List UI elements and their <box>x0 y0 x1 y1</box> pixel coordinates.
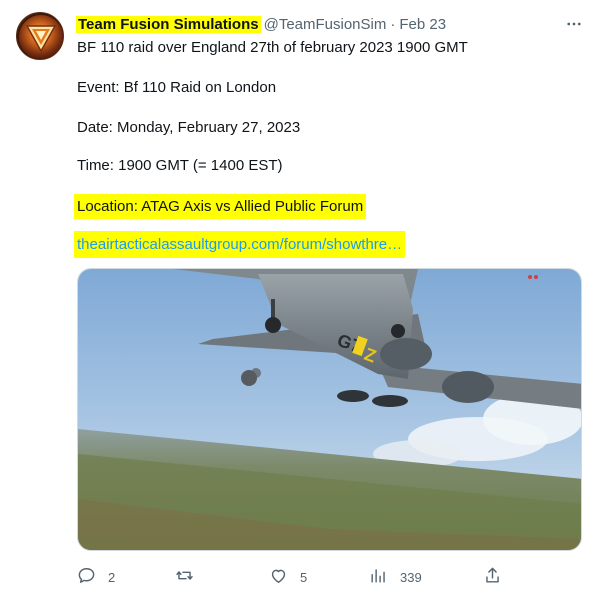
views-icon <box>369 566 388 588</box>
author-handle[interactable]: @TeamFusionSim <box>264 16 387 33</box>
reply-button[interactable]: 2 <box>77 562 115 592</box>
like-count: 5 <box>300 569 308 585</box>
reply-count: 2 <box>108 569 116 585</box>
like-button[interactable]: 5 <box>269 562 307 592</box>
bf110-screenshot-image[interactable]: G7 Z <box>77 268 582 551</box>
reply-icon <box>77 566 96 588</box>
forum-link[interactable]: theairtacticalassaultgroup.com/forum/sho… <box>74 231 406 258</box>
tweet-date[interactable]: Feb 23 <box>399 16 446 33</box>
tweet-link-row: theairtacticalassaultgroup.com/forum/sho… <box>74 231 406 258</box>
tweet-text-date: Date: Monday, February 27, 2023 <box>77 119 301 136</box>
retweet-button[interactable] <box>175 562 206 592</box>
tweet-text-event: Event: Bf 110 Raid on London <box>77 79 277 96</box>
retweet-icon <box>175 566 194 588</box>
author-name[interactable]: Team Fusion Simulations <box>76 15 261 33</box>
like-icon <box>269 566 288 588</box>
tweet-header: Team Fusion Simulations @TeamFusionSim ·… <box>76 14 446 34</box>
tweet[interactable]: Team Fusion Simulations @TeamFusionSim ·… <box>0 0 599 603</box>
separator-dot: · <box>390 15 396 33</box>
tweet-text-location: Location: ATAG Axis vs Allied Public For… <box>74 194 367 219</box>
share-button[interactable] <box>483 562 502 592</box>
tweet-text-title: BF 110 raid over England 27th of februar… <box>77 39 468 56</box>
views-button[interactable]: 339 <box>369 562 422 592</box>
share-icon <box>483 566 502 588</box>
more-icon[interactable] <box>560 10 588 38</box>
tweet-text-time: Time: 1900 GMT (= 1400 EST) <box>77 157 283 174</box>
avatar[interactable] <box>16 12 64 60</box>
tweet-actions: 2 5 339 <box>77 562 582 592</box>
views-count: 339 <box>400 569 422 585</box>
location-highlight: Location: ATAG Axis vs Allied Public For… <box>74 194 367 219</box>
